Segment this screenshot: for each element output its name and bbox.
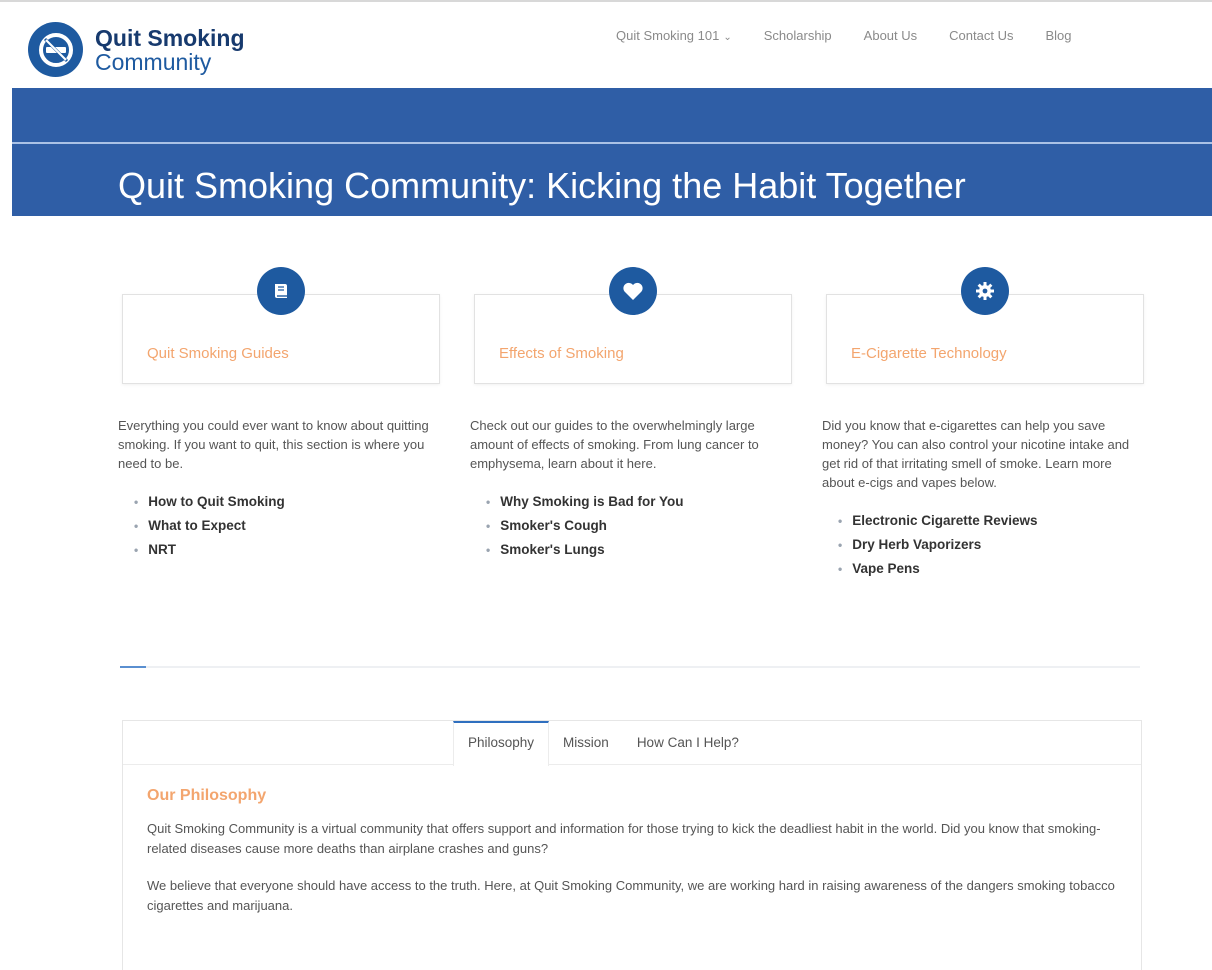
divider-accent — [120, 666, 146, 668]
heart-icon — [609, 267, 657, 315]
link-smokers-cough[interactable]: Smoker's Cough — [486, 514, 794, 538]
feature-title[interactable]: E-Cigarette Technology — [851, 345, 1007, 362]
nav-scholarship[interactable]: Scholarship — [764, 28, 832, 43]
about-tabs-panel: Philosophy Mission How Can I Help? Our P… — [122, 720, 1142, 970]
tab-philosophy[interactable]: Philosophy — [453, 721, 550, 766]
nav-contact-us[interactable]: Contact Us — [949, 28, 1013, 43]
gear-icon — [961, 267, 1009, 315]
link-smokers-lungs[interactable]: Smoker's Lungs — [486, 538, 794, 562]
nav-label: Quit Smoking 101 — [616, 28, 720, 43]
feature-card[interactable]: E-Cigarette Technology — [826, 267, 1144, 384]
tab-heading: Our Philosophy — [147, 787, 267, 804]
brand-line-2: Community — [95, 48, 212, 75]
feature-card[interactable]: Effects of Smoking — [474, 267, 792, 384]
book-icon — [257, 267, 305, 315]
brand-line-1: Quit Smoking — [95, 24, 245, 51]
feature-description: Everything you could ever want to know a… — [118, 418, 429, 471]
feature-ecig-tech: E-Cigarette Technology Did you know that… — [822, 264, 1146, 581]
feature-title[interactable]: Quit Smoking Guides — [147, 345, 289, 362]
link-nrt[interactable]: NRT — [134, 538, 442, 562]
banner-divider — [12, 142, 1212, 144]
chevron-down-icon: ⌄ — [723, 32, 732, 43]
brand-name: Quit Smoking Community — [95, 26, 245, 74]
link-vape-pens[interactable]: Vape Pens — [838, 557, 1146, 581]
link-what-to-expect[interactable]: What to Expect — [134, 514, 442, 538]
main-nav: Quit Smoking 101 ⌄ Scholarship About Us C… — [600, 28, 1088, 43]
section-divider — [120, 666, 1140, 668]
feature-description: Check out our guides to the overwhelming… — [470, 418, 759, 471]
feature-quit-guides: Quit Smoking Guides Everything you could… — [118, 264, 442, 562]
tab-mission[interactable]: Mission — [549, 721, 623, 765]
tab-bar: Philosophy Mission How Can I Help? — [123, 721, 1141, 766]
page-title: Quit Smoking Community: Kicking the Habi… — [118, 165, 966, 206]
hero-banner: Quit Smoking Community: Kicking the Habi… — [12, 88, 1212, 216]
link-dry-herb-vaporizers[interactable]: Dry Herb Vaporizers — [838, 533, 1146, 557]
feature-effects: Effects of Smoking Check out our guides … — [470, 264, 794, 562]
tab-content: Our Philosophy Quit Smoking Community is… — [147, 787, 1117, 933]
feature-links: How to Quit Smoking What to Expect NRT — [118, 490, 442, 562]
feature-card[interactable]: Quit Smoking Guides — [122, 267, 440, 384]
tab-list: Philosophy Mission How Can I Help? — [453, 721, 753, 766]
tab-paragraph: Quit Smoking Community is a virtual comm… — [147, 821, 1101, 856]
feature-links: Why Smoking is Bad for You Smoker's Coug… — [470, 490, 794, 562]
link-why-smoking-bad[interactable]: Why Smoking is Bad for You — [486, 490, 794, 514]
tab-paragraph: We believe that everyone should have acc… — [147, 878, 1115, 913]
feature-description: Did you know that e-cigarettes can help … — [822, 418, 1130, 490]
nav-quit-smoking-101[interactable]: Quit Smoking 101 ⌄ — [616, 28, 732, 43]
tab-how-can-i-help[interactable]: How Can I Help? — [623, 721, 753, 765]
link-how-to-quit[interactable]: How to Quit Smoking — [134, 490, 442, 514]
link-ecig-reviews[interactable]: Electronic Cigarette Reviews — [838, 509, 1146, 533]
nav-blog[interactable]: Blog — [1045, 28, 1071, 43]
no-smoking-icon — [28, 22, 83, 77]
site-header: Quit Smoking Community Quit Smoking 101 ⌄… — [0, 0, 1212, 86]
nav-about-us[interactable]: About Us — [864, 28, 917, 43]
feature-title[interactable]: Effects of Smoking — [499, 345, 624, 362]
site-logo[interactable]: Quit Smoking Community — [28, 22, 245, 77]
feature-links: Electronic Cigarette Reviews Dry Herb Va… — [822, 509, 1146, 581]
